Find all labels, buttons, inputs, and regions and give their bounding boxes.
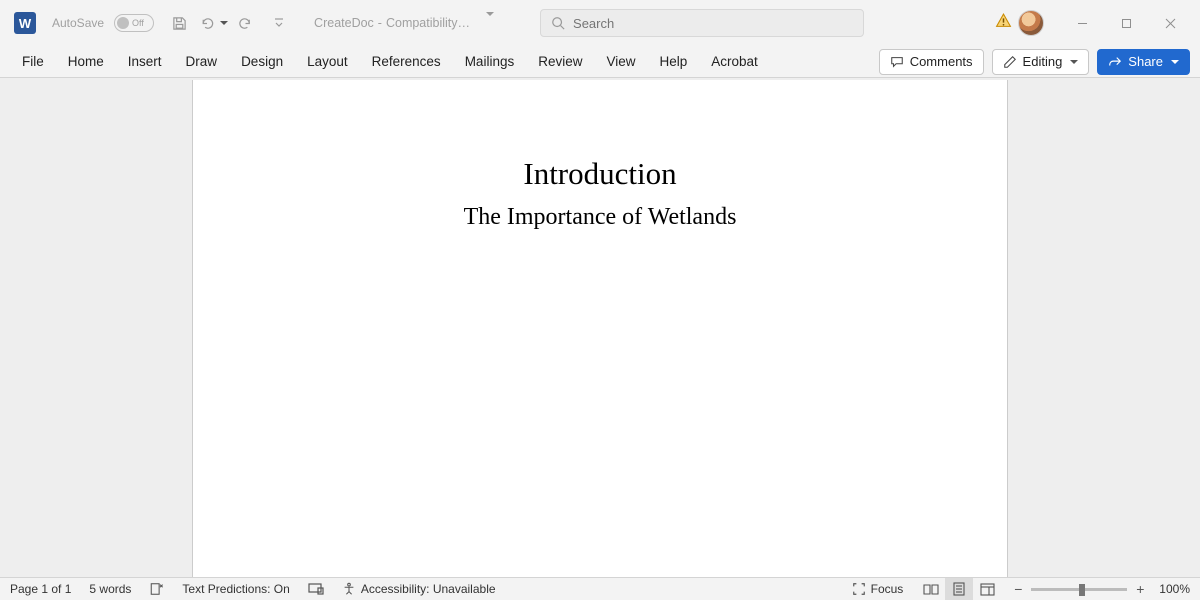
read-mode-button[interactable] xyxy=(917,578,945,600)
zoom-slider-track[interactable] xyxy=(1031,588,1127,591)
zoom-percent[interactable]: 100% xyxy=(1159,582,1190,596)
editing-label: Editing xyxy=(1023,54,1063,69)
maximize-button[interactable] xyxy=(1104,7,1148,39)
close-icon xyxy=(1165,18,1176,29)
chevron-down-icon xyxy=(1171,60,1179,64)
accessibility-status[interactable]: Accessibility: Unavailable xyxy=(342,582,496,596)
share-button[interactable]: Share xyxy=(1097,49,1190,75)
ribbon: File Home Insert Draw Design Layout Refe… xyxy=(0,46,1200,78)
print-layout-icon xyxy=(952,582,966,596)
doc-mode: Compatibility… xyxy=(386,16,470,30)
title-bar: W AutoSave Off CreateDoc - Compatibility xyxy=(0,0,1200,46)
tab-draw[interactable]: Draw xyxy=(174,48,230,76)
display-icon xyxy=(308,582,324,596)
bar-chevron-icon xyxy=(274,17,284,29)
zoom-in-button[interactable]: + xyxy=(1133,582,1147,596)
search-input[interactable] xyxy=(573,16,853,31)
doc-separator: - xyxy=(378,16,382,30)
tab-help[interactable]: Help xyxy=(648,48,700,76)
tab-file[interactable]: File xyxy=(10,48,56,76)
customize-qat-button[interactable] xyxy=(268,10,290,36)
minimize-icon xyxy=(1077,18,1088,29)
undo-button[interactable] xyxy=(196,10,218,36)
tab-design[interactable]: Design xyxy=(229,48,295,76)
tab-layout[interactable]: Layout xyxy=(295,48,360,76)
save-button[interactable] xyxy=(168,10,190,36)
chevron-down-icon xyxy=(220,21,228,25)
toggle-knob-icon xyxy=(117,17,129,29)
zoom-out-button[interactable]: − xyxy=(1011,582,1025,596)
close-button[interactable] xyxy=(1148,7,1192,39)
autosave-toggle[interactable]: Off xyxy=(114,14,154,32)
document-area[interactable]: Introduction The Importance of Wetlands xyxy=(0,78,1200,577)
autosave-label: AutoSave xyxy=(52,16,104,30)
tab-view[interactable]: View xyxy=(594,48,647,76)
focus-mode-button[interactable]: Focus xyxy=(852,582,904,596)
document-subheading[interactable]: The Importance of Wetlands xyxy=(193,204,1007,231)
editing-mode-button[interactable]: Editing xyxy=(992,49,1090,75)
undo-dropdown[interactable] xyxy=(218,10,228,36)
chevron-down-icon xyxy=(1070,60,1078,64)
print-layout-button[interactable] xyxy=(945,578,973,600)
document-heading[interactable]: Introduction xyxy=(193,156,1007,192)
accessibility-label: Accessibility: Unavailable xyxy=(361,582,496,596)
redo-icon xyxy=(238,16,253,31)
zoom-slider-thumb[interactable] xyxy=(1079,584,1085,596)
focus-icon xyxy=(852,582,866,596)
user-avatar[interactable] xyxy=(1018,10,1044,36)
web-layout-icon xyxy=(980,583,995,596)
spellcheck-icon xyxy=(149,582,164,596)
display-settings[interactable] xyxy=(308,582,324,596)
undo-icon xyxy=(199,16,215,31)
text-predictions-status[interactable]: Text Predictions: On xyxy=(182,582,289,596)
document-title: CreateDoc - Compatibility… xyxy=(314,16,494,30)
status-bar: Page 1 of 1 5 words Text Predictions: On… xyxy=(0,577,1200,600)
autosave-state: Off xyxy=(132,18,144,28)
tab-mailings[interactable]: Mailings xyxy=(453,48,527,76)
tab-review[interactable]: Review xyxy=(526,48,594,76)
pencil-icon xyxy=(1003,55,1017,69)
spellcheck-status[interactable] xyxy=(149,582,164,596)
tab-home[interactable]: Home xyxy=(56,48,116,76)
word-app-icon: W xyxy=(14,12,36,34)
search-icon xyxy=(551,16,565,30)
accessibility-icon xyxy=(342,582,356,596)
minimize-button[interactable] xyxy=(1060,7,1104,39)
zoom-slider: − + xyxy=(1011,582,1147,596)
redo-button[interactable] xyxy=(234,10,256,36)
maximize-icon xyxy=(1121,18,1132,29)
comment-icon xyxy=(890,55,904,69)
chevron-down-icon[interactable] xyxy=(484,16,494,30)
tab-references[interactable]: References xyxy=(360,48,453,76)
warning-icon[interactable] xyxy=(995,12,1012,34)
comments-label: Comments xyxy=(910,54,973,69)
view-mode-buttons xyxy=(917,578,1001,600)
share-label: Share xyxy=(1128,54,1163,69)
page-info[interactable]: Page 1 of 1 xyxy=(10,582,71,596)
read-mode-icon xyxy=(923,583,939,596)
tab-insert[interactable]: Insert xyxy=(116,48,174,76)
save-icon xyxy=(172,16,187,31)
web-layout-button[interactable] xyxy=(973,578,1001,600)
comments-button[interactable]: Comments xyxy=(879,49,984,75)
search-box[interactable] xyxy=(540,9,864,37)
ribbon-tabs: File Home Insert Draw Design Layout Refe… xyxy=(10,48,770,76)
share-icon xyxy=(1108,55,1122,69)
doc-name: CreateDoc xyxy=(314,16,374,30)
focus-label: Focus xyxy=(871,582,904,596)
tab-acrobat[interactable]: Acrobat xyxy=(699,48,770,76)
page[interactable]: Introduction The Importance of Wetlands xyxy=(192,80,1008,577)
word-count[interactable]: 5 words xyxy=(89,582,131,596)
